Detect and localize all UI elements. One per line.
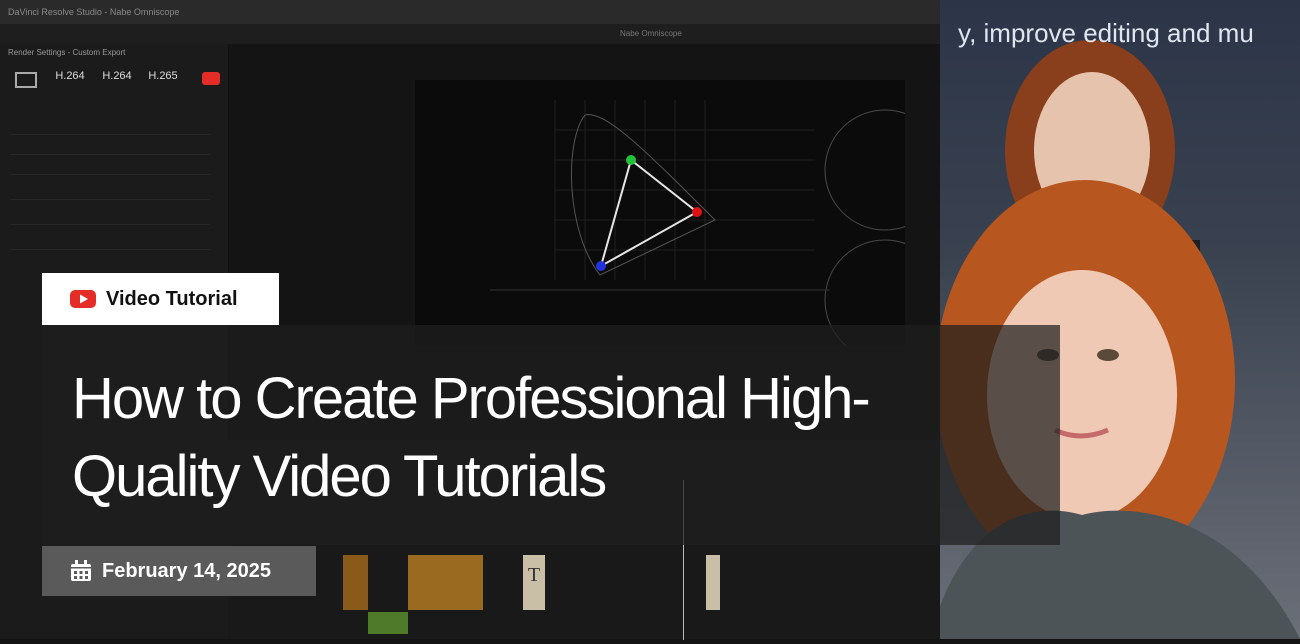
category-badge[interactable]: Video Tutorial [42, 273, 279, 325]
app-title: DaVinci Resolve Studio - Nabe Omniscope [8, 7, 180, 17]
photo-caption-text: y, improve editing and mu [958, 18, 1254, 48]
clip [343, 555, 368, 610]
date-label: February 14, 2025 [102, 559, 271, 582]
article-title[interactable]: How to Create Professional High-Quality … [72, 360, 992, 516]
category-label: Video Tutorial [106, 287, 238, 310]
clip [408, 555, 483, 610]
monitor-icon [15, 72, 37, 88]
youtube-preset-icon [202, 72, 220, 85]
youtube-icon [70, 290, 96, 308]
cie-chromaticity-scope [490, 100, 946, 361]
clip [706, 555, 720, 610]
title-clip: T [523, 555, 545, 610]
preset-h264-master: H.264 [55, 70, 85, 82]
clip [368, 612, 408, 634]
editor-toolbar: Nabe Omniscope [0, 24, 940, 44]
scope-viewer [415, 80, 946, 361]
viewer-title: Nabe Omniscope [620, 29, 682, 38]
preset-h264-proxy: H.264 [102, 70, 132, 82]
calendar-icon [71, 560, 91, 581]
custom-export-preset [6, 70, 46, 120]
render-panel-title: Render Settings - Custom Export [8, 48, 126, 57]
preset-h265: H.265 [148, 70, 178, 82]
publish-date: February 14, 2025 [42, 546, 316, 596]
